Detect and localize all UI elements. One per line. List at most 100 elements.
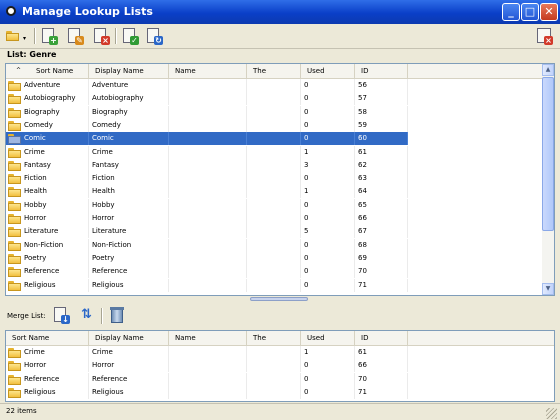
- splitter-handle[interactable]: [250, 297, 308, 301]
- status-bar: 22 items: [0, 403, 560, 420]
- scroll-down-button[interactable]: ▼: [542, 283, 554, 295]
- close-button[interactable]: ✕: [540, 3, 558, 21]
- cell-text: Poetry: [92, 253, 115, 262]
- merge-list-button[interactable]: ↓: [52, 306, 70, 324]
- merge-run-button[interactable]: ⇅: [78, 306, 96, 324]
- table-row[interactable]: Fiction Fiction 0 63: [6, 172, 543, 186]
- cell-used: 0: [301, 385, 355, 399]
- delete-item-button[interactable]: ×: [92, 27, 110, 45]
- cell-text: 0: [304, 134, 309, 143]
- cell-name: [169, 265, 247, 279]
- cell-the: [247, 251, 301, 265]
- table-row[interactable]: Autobiography Autobiography 0 57: [6, 92, 543, 106]
- merge-grid-header: Sort Name Display Name Name The Used ID: [6, 331, 554, 346]
- cell-id: 61: [355, 346, 408, 359]
- column-header-display-name[interactable]: Display Name: [89, 64, 169, 78]
- cell-text: Crime: [92, 348, 113, 356]
- cell-display: Crime: [89, 145, 169, 159]
- maximize-button[interactable]: □: [521, 3, 539, 21]
- cell-display: Horror: [89, 212, 169, 225]
- column-header-id[interactable]: ID: [355, 64, 408, 78]
- merge-column-header-display-name[interactable]: Display Name: [89, 331, 169, 345]
- table-row[interactable]: Religious Religious 0 71: [6, 278, 543, 292]
- cell-sort: Fantasy: [6, 158, 89, 172]
- cell-name: [169, 225, 247, 239]
- merge-column-header-the[interactable]: The: [247, 331, 301, 345]
- edit-item-button[interactable]: ✎: [66, 27, 84, 45]
- open-folder-button[interactable]: ▾: [5, 27, 31, 45]
- trash-lid: [110, 307, 124, 310]
- cell-used: 1: [301, 185, 355, 199]
- cell-id: 56: [355, 79, 408, 92]
- cell-text: Hobby: [24, 200, 47, 209]
- cell-display: Fantasy: [89, 158, 169, 172]
- scroll-up-button[interactable]: ▲: [542, 64, 554, 76]
- table-row[interactable]: Fantasy Fantasy 3 62: [6, 158, 543, 172]
- cell-name: [169, 118, 247, 132]
- close-panel-button[interactable]: ×: [535, 27, 553, 45]
- table-row[interactable]: Poetry Poetry 0 69: [6, 251, 543, 265]
- merge-column-header-sort-name[interactable]: Sort Name: [6, 331, 89, 345]
- vertical-scrollbar[interactable]: ▲ ▼: [542, 64, 554, 295]
- column-header-used[interactable]: Used: [301, 64, 355, 78]
- add-item-button[interactable]: +: [40, 27, 58, 45]
- cell-text: Autobiography: [92, 94, 144, 103]
- cell-used: 3: [301, 158, 355, 172]
- cell-text: Fantasy: [92, 160, 119, 169]
- resize-grip-icon[interactable]: [546, 408, 557, 419]
- merge-column-header-used[interactable]: Used: [301, 331, 355, 345]
- cell-id: 66: [355, 212, 408, 225]
- trash-button[interactable]: [108, 306, 126, 324]
- column-header-sort-name[interactable]: ^ Sort Name: [6, 64, 89, 78]
- cell-display: Crime: [89, 346, 169, 359]
- column-header-the[interactable]: The: [247, 64, 301, 78]
- table-row[interactable]: Health Health 1 64: [6, 185, 543, 199]
- cell-sort: Hobby: [6, 198, 89, 212]
- cell-text: 0: [304, 253, 309, 262]
- cell-id: 59: [355, 118, 408, 132]
- cell-text: Reference: [24, 267, 60, 276]
- merge-list-grid[interactable]: Sort Name Display Name Name The Used ID …: [5, 330, 555, 402]
- table-row[interactable]: Non-Fiction Non-Fiction 0 68: [6, 238, 543, 252]
- table-row[interactable]: Biography Biography 0 58: [6, 105, 543, 119]
- folder-icon: [8, 147, 21, 158]
- cell-text: 5: [304, 227, 309, 236]
- table-row[interactable]: Reference Reference 0 70: [6, 372, 554, 386]
- table-row[interactable]: Horror Horror 0 66: [6, 359, 554, 373]
- table-row[interactable]: Crime Crime 1 61: [6, 346, 554, 359]
- refresh-item-button[interactable]: ↻: [145, 27, 163, 45]
- folder-icon: [8, 227, 21, 238]
- table-row[interactable]: Reference Reference 0 70: [6, 265, 543, 279]
- cell-name: [169, 79, 247, 92]
- folder-icon: [8, 280, 21, 291]
- table-row[interactable]: Comedy Comedy 0 59: [6, 118, 543, 132]
- title-bar[interactable]: Manage Lookup Lists _ □ ✕: [0, 0, 560, 24]
- table-row[interactable]: Crime Crime 1 61: [6, 145, 543, 159]
- cell-text: 61: [358, 348, 367, 356]
- merge-column-header-name[interactable]: Name: [169, 331, 247, 345]
- cell-text: Religious: [24, 387, 56, 396]
- table-row[interactable]: Religious Religious 0 71: [6, 385, 554, 399]
- table-row[interactable]: Hobby Hobby 0 65: [6, 198, 543, 212]
- cell-the: [247, 158, 301, 172]
- cell-display: Horror: [89, 359, 169, 373]
- column-header-name[interactable]: Name: [169, 64, 247, 78]
- table-row[interactable]: Horror Horror 0 66: [6, 212, 543, 225]
- lookup-list-grid[interactable]: ^ Sort Name Display Name Name The Used I…: [5, 63, 555, 296]
- cell-text: Horror: [24, 214, 47, 222]
- check-item-button[interactable]: ✓: [121, 27, 139, 45]
- scrollbar-thumb[interactable]: [542, 77, 554, 231]
- cell-text: Adventure: [92, 81, 129, 89]
- toolbar: ▾ + ✎ × ✓ ↻ ×: [0, 24, 560, 49]
- cell-name: [169, 385, 247, 399]
- folder-icon: [8, 348, 21, 358]
- merge-column-header-id[interactable]: ID: [355, 331, 408, 345]
- minimize-button[interactable]: _: [502, 3, 520, 21]
- cell-text: 1: [304, 187, 309, 196]
- table-row[interactable]: Literature Literature 5 67: [6, 225, 543, 239]
- cell-text: Hobby: [92, 200, 115, 209]
- table-row[interactable]: Adventure Adventure 0 56: [6, 79, 543, 92]
- cell-sort: Reference: [6, 372, 89, 386]
- cell-used: 1: [301, 346, 355, 359]
- table-row-selected[interactable]: Comic Comic 0 60: [6, 132, 408, 146]
